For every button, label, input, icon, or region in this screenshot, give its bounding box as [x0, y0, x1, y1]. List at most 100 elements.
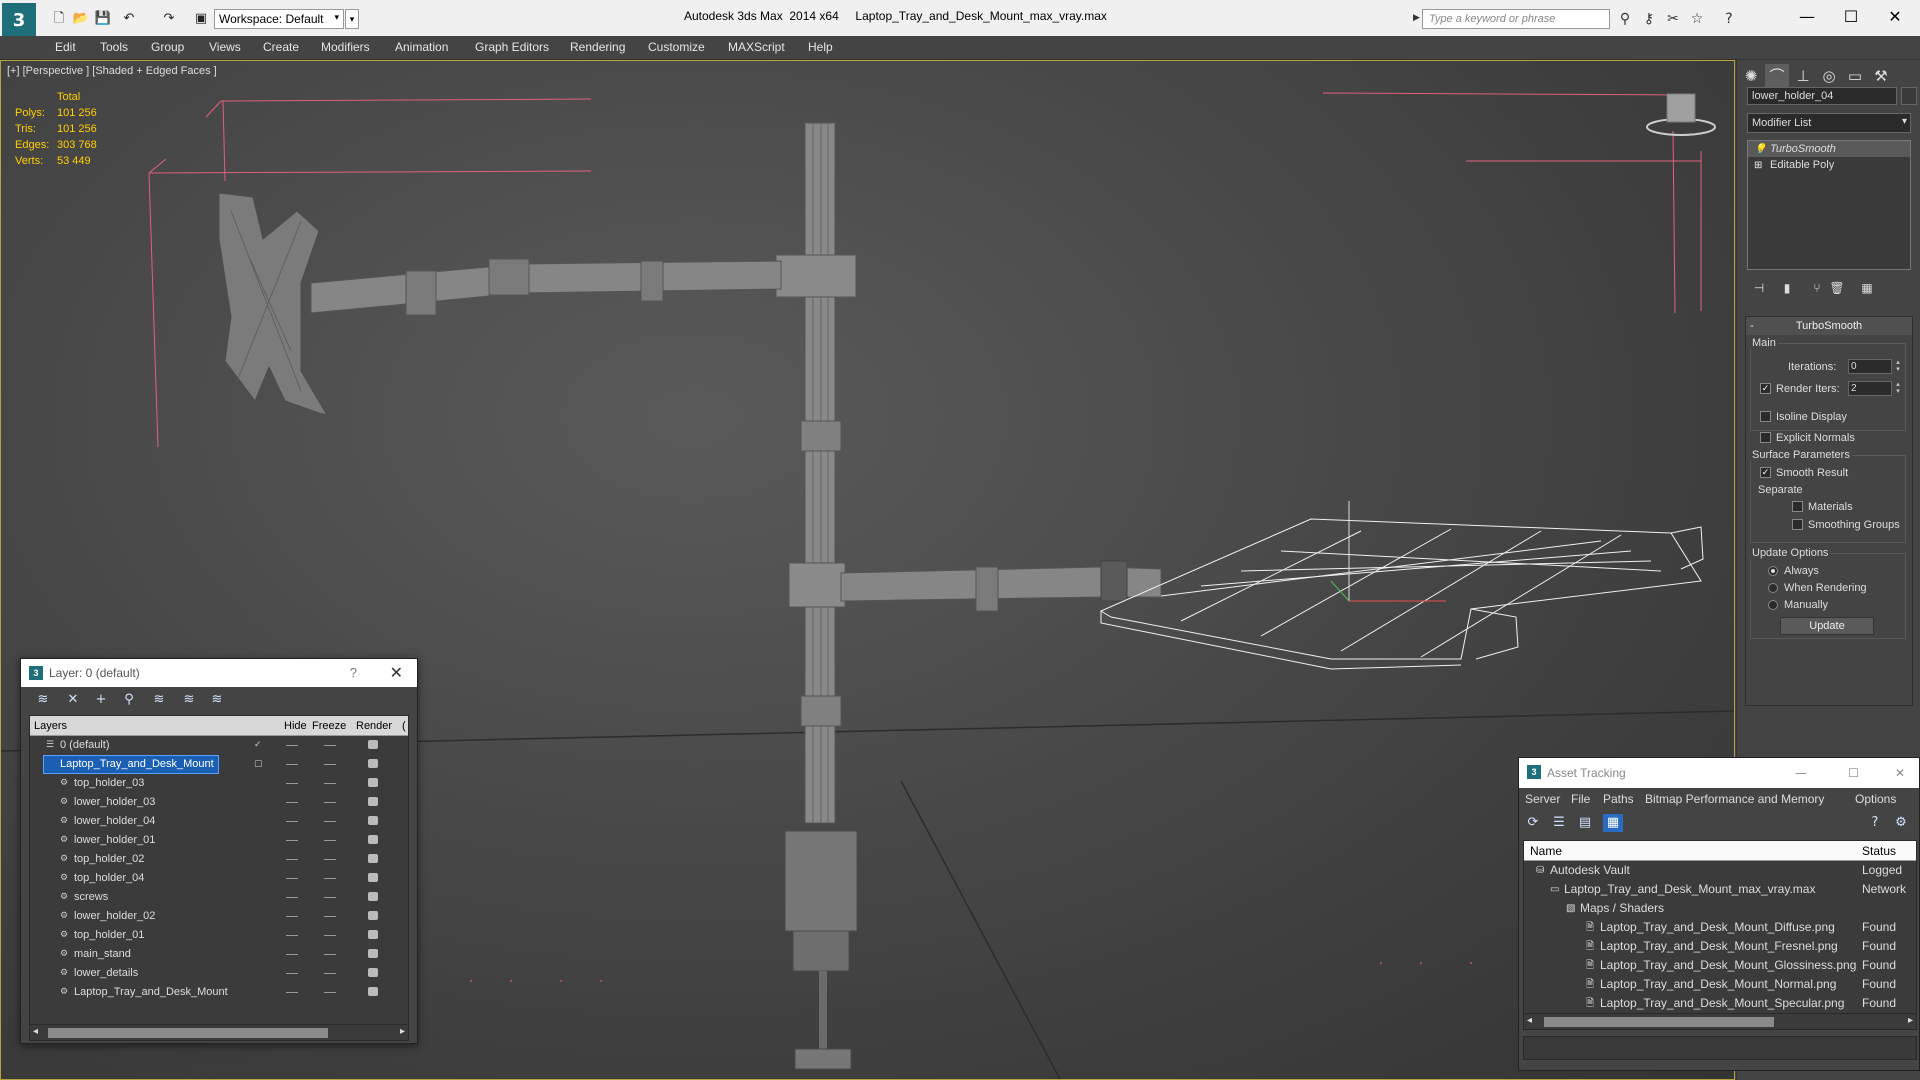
hierarchy-tab-icon[interactable]: ⊥	[1791, 64, 1815, 88]
layer-row[interactable]: ⚙ top_holder_01	[30, 926, 408, 945]
when-rendering-radio[interactable]	[1768, 583, 1778, 593]
scroll-left-icon[interactable]: ◂	[33, 1026, 38, 1037]
layer-name[interactable]: top_holder_01	[58, 927, 148, 944]
close-icon[interactable]: ✕	[390, 659, 403, 687]
render-teapot-icon[interactable]	[368, 759, 378, 768]
hide-toggle[interactable]	[286, 840, 298, 841]
stack-item-turbosmooth[interactable]: 💡 TurboSmooth	[1748, 141, 1910, 157]
refresh-icon[interactable]: ⟳	[1523, 814, 1543, 832]
layer-row[interactable]: ⚙ screws	[30, 888, 408, 907]
asset-menu-file[interactable]: File	[1571, 792, 1590, 806]
col-hide[interactable]: Hide	[284, 720, 307, 732]
layer-name[interactable]: top_holder_02	[58, 851, 148, 868]
minimize-button[interactable]: —	[1784, 4, 1830, 30]
search-input[interactable]: Type a keyword or phrase	[1422, 9, 1610, 29]
communication-icon[interactable]: ✂	[1664, 10, 1682, 28]
isoline-display-checkbox[interactable]	[1760, 411, 1771, 422]
layer-name[interactable]: lower_holder_04	[58, 813, 159, 830]
layer-row[interactable]: ⚙ main_stand	[30, 945, 408, 964]
show-end-result-icon[interactable]: ▮	[1777, 278, 1797, 298]
asset-menu-bitmap-performance[interactable]: Bitmap Performance and Memory	[1645, 792, 1824, 806]
menu-views[interactable]: Views	[209, 40, 241, 54]
render-iters-checkbox[interactable]: ✓	[1760, 383, 1771, 394]
highlight-selected-icon[interactable]: ≋	[149, 691, 169, 709]
menu-group[interactable]: Group	[151, 40, 184, 54]
materials-checkbox[interactable]	[1792, 501, 1803, 512]
layer-name[interactable]: lower_details	[58, 965, 142, 982]
manually-radio[interactable]	[1768, 600, 1778, 610]
layer-row[interactable]: ⚙ lower_holder_03	[30, 793, 408, 812]
menu-tools[interactable]: Tools	[100, 40, 128, 54]
explicit-normals-checkbox[interactable]	[1760, 432, 1771, 443]
layer-row[interactable]: ☰ 0 (default) ✓	[30, 736, 408, 755]
asset-row[interactable]: 🗎 Laptop_Tray_and_Desk_Mount_Diffuse.png F…	[1524, 918, 1916, 937]
display-tab-icon[interactable]: ▭	[1843, 64, 1867, 88]
help-icon[interactable]: ?	[1865, 814, 1885, 832]
freeze-toggle[interactable]	[324, 878, 336, 879]
layer-name[interactable]: Laptop_Tray_and_Desk_Mount	[43, 755, 219, 774]
hide-all-icon[interactable]: ≋	[179, 691, 199, 709]
layer-row[interactable]: ⚙ top_holder_02	[30, 850, 408, 869]
menu-maxscript[interactable]: MAXScript	[728, 40, 785, 54]
hide-toggle[interactable]	[286, 973, 298, 974]
horizontal-scrollbar[interactable]: ◂ ▸	[30, 1024, 408, 1040]
delete-layer-icon[interactable]: ✕	[63, 691, 83, 709]
maximize-icon[interactable]: ☐	[1848, 758, 1859, 788]
hide-toggle[interactable]	[286, 916, 298, 917]
freeze-toggle[interactable]	[324, 973, 336, 974]
thumbnail-view-icon[interactable]: ▤	[1575, 814, 1595, 832]
hide-toggle[interactable]	[286, 783, 298, 784]
freeze-toggle[interactable]	[324, 802, 336, 803]
menu-create[interactable]: Create	[263, 40, 299, 54]
scroll-right-icon[interactable]: ▸	[1908, 1015, 1913, 1026]
motion-tab-icon[interactable]: ◎	[1817, 64, 1841, 88]
render-teapot-icon[interactable]	[368, 797, 378, 806]
maximize-button[interactable]: ☐	[1828, 4, 1874, 30]
horizontal-scrollbar[interactable]: ◂ ▸	[1524, 1013, 1916, 1029]
freeze-toggle[interactable]	[324, 745, 336, 746]
hide-toggle[interactable]	[286, 745, 298, 746]
workspace-dropdown[interactable]: Workspace: Default ▾	[214, 9, 344, 29]
hide-toggle[interactable]	[286, 878, 298, 879]
menu-rendering[interactable]: Rendering	[570, 40, 625, 54]
app-logo-button[interactable]: 3	[2, 3, 36, 37]
freeze-toggle[interactable]	[324, 764, 336, 765]
spinner-arrows-icon[interactable]: ▴ ▾	[1894, 381, 1902, 396]
render-teapot-icon[interactable]	[368, 987, 378, 996]
new-file-icon[interactable]: 🗋	[50, 10, 68, 28]
layer-dialog-titlebar[interactable]: 3 Layer: 0 (default) ? ✕	[21, 659, 417, 687]
col-status[interactable]: Status	[1862, 844, 1896, 858]
search-expand-icon[interactable]: ▶	[1413, 12, 1420, 23]
layer-row[interactable]: ⚙ lower_holder_02	[30, 907, 408, 926]
menu-animation[interactable]: Animation	[395, 40, 448, 54]
table-view-icon[interactable]: ▦	[1603, 814, 1623, 832]
hide-toggle[interactable]	[286, 802, 298, 803]
hide-toggle[interactable]	[286, 897, 298, 898]
menu-customize[interactable]: Customize	[648, 40, 705, 54]
layer-name[interactable]: lower_holder_02	[58, 908, 159, 925]
utilities-tab-icon[interactable]: ⚒	[1869, 64, 1893, 88]
object-name-field[interactable]: lower_holder_04	[1747, 87, 1897, 105]
col-name[interactable]: Name	[1530, 844, 1562, 858]
freeze-toggle[interactable]	[324, 897, 336, 898]
menu-modifiers[interactable]: Modifiers	[321, 40, 370, 54]
hide-toggle[interactable]	[286, 764, 298, 765]
close-button[interactable]: ✕	[1872, 4, 1918, 30]
hide-toggle[interactable]	[286, 992, 298, 993]
asset-menu-options[interactable]: Options	[1855, 792, 1896, 806]
asset-row[interactable]: 🗎 Laptop_Tray_and_Desk_Mount_Specular.png…	[1524, 994, 1916, 1013]
iterations-spinner[interactable]: 0	[1848, 359, 1892, 374]
hide-toggle[interactable]	[286, 935, 298, 936]
freeze-toggle[interactable]	[324, 783, 336, 784]
render-teapot-icon[interactable]	[368, 949, 378, 958]
render-iters-spinner[interactable]: 2	[1848, 381, 1892, 396]
col-render[interactable]: Render	[356, 720, 392, 732]
hide-toggle[interactable]	[286, 859, 298, 860]
viewport-label[interactable]: [+] [Perspective ] [Shaded + Edged Faces…	[7, 65, 217, 77]
render-teapot-icon[interactable]	[368, 835, 378, 844]
layer-row[interactable]: ⚙ lower_holder_04	[30, 812, 408, 831]
layer-name[interactable]: Laptop_Tray_and_Desk_Mount	[58, 984, 232, 1001]
pin-stack-icon[interactable]: ⊣	[1749, 278, 1769, 298]
hide-toggle[interactable]	[286, 821, 298, 822]
render-teapot-icon[interactable]	[368, 911, 378, 920]
